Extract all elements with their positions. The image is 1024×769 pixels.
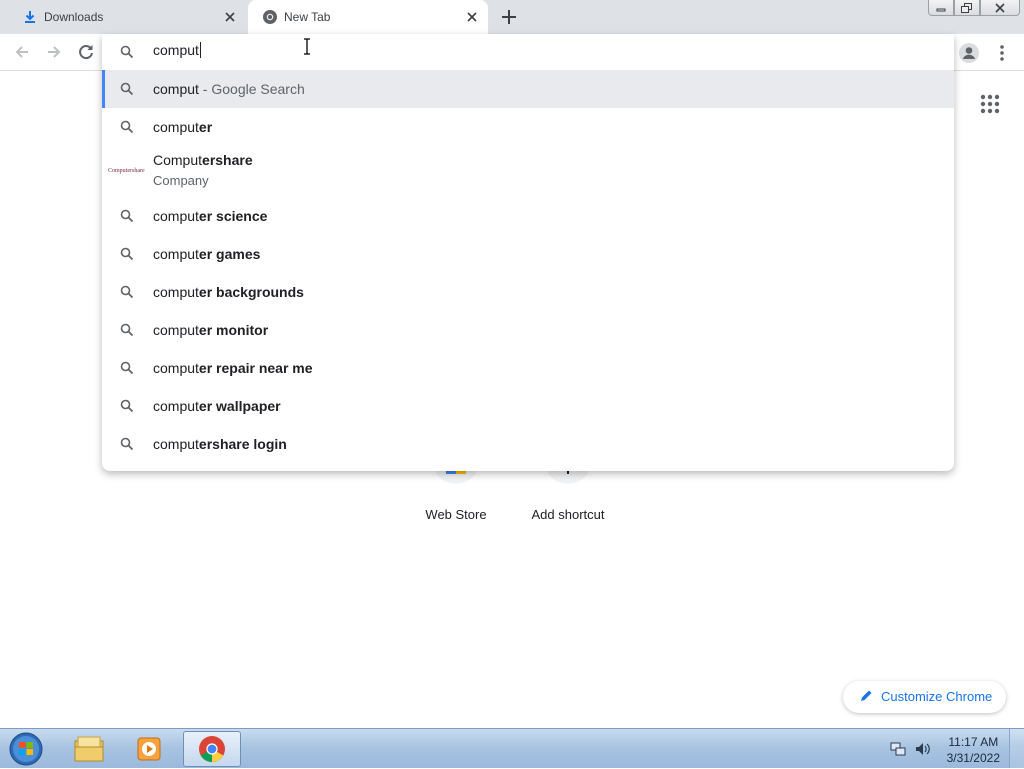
suggestion-text: computer wallpaper (153, 398, 281, 414)
search-icon (120, 82, 134, 96)
tab-new-tab[interactable]: New Tab (248, 0, 488, 34)
minimize-icon (936, 8, 946, 11)
suggestion-text: computershare login (153, 436, 287, 452)
suggestion-text: computer monitor (153, 322, 269, 338)
new-tab-plus-icon[interactable] (498, 6, 520, 28)
forward-arrow-icon[interactable] (44, 42, 64, 62)
suggestion-row[interactable]: computer backgrounds (102, 273, 954, 311)
restore-icon (961, 2, 972, 13)
chrome-icon (263, 10, 277, 24)
search-icon (120, 399, 134, 413)
tab-downloads[interactable]: Downloads (8, 0, 246, 34)
suggestion-row[interactable]: computershare login (102, 425, 954, 463)
windows-start-icon[interactable] (7, 731, 45, 767)
window-controls (928, 0, 1020, 18)
entity-suggestion-row[interactable]: Computershare Computershare Company (102, 146, 954, 198)
search-icon (120, 361, 134, 375)
suggestion-row[interactable]: computer repair near me (102, 349, 954, 387)
suggestion-text: comput - Google Search (153, 81, 305, 97)
network-icon[interactable] (890, 741, 906, 757)
tab-strip: Downloads New Tab (0, 0, 1024, 34)
omnibox-dropdown: comput comput - Google Search computer C… (102, 34, 954, 471)
shortcut-label-add-shortcut[interactable]: Add shortcut (512, 507, 624, 522)
taskbar-chrome-button[interactable] (183, 731, 241, 767)
clock-date: 3/31/2022 (946, 751, 1000, 765)
tab-title: Downloads (44, 10, 104, 24)
apps-grid-icon[interactable] (980, 94, 1000, 114)
pencil-icon (861, 690, 872, 701)
suggestion-subtitle: Company (153, 173, 209, 188)
tab-title: New Tab (284, 10, 331, 24)
customize-chrome-button[interactable]: Customize Chrome (843, 681, 1006, 713)
restore-button[interactable] (954, 0, 980, 16)
close-tab-icon[interactable] (464, 9, 480, 25)
suggestion-row[interactable]: computer science (102, 197, 954, 235)
back-arrow-icon[interactable] (12, 42, 32, 62)
suggestion-text: computer science (153, 208, 268, 224)
shortcut-label-web-store[interactable]: Web Store (400, 507, 512, 522)
reload-icon[interactable] (76, 42, 96, 62)
suggestion-row[interactable]: computer wallpaper (102, 387, 954, 425)
search-icon (120, 45, 134, 59)
taskbar-media-player-button[interactable] (120, 731, 178, 767)
customize-chrome-label: Customize Chrome (881, 689, 993, 704)
suggestion-text: computer repair near me (153, 360, 313, 376)
profile-icon[interactable] (958, 42, 980, 64)
minimize-button[interactable] (928, 0, 954, 16)
text-caret (199, 42, 201, 58)
media-player-icon (137, 737, 161, 761)
address-input[interactable]: comput (153, 42, 201, 58)
close-icon (995, 2, 1005, 13)
show-desktop-button[interactable] (1009, 729, 1024, 768)
search-icon (120, 323, 134, 337)
search-icon (120, 247, 134, 261)
search-icon (120, 209, 134, 223)
close-tab-icon[interactable] (222, 9, 238, 25)
suggestion-row[interactable]: computer (102, 108, 954, 146)
close-window-button[interactable] (980, 0, 1020, 16)
download-icon (25, 11, 35, 23)
search-icon (120, 437, 134, 451)
i-beam-cursor-icon (304, 38, 310, 55)
taskbar-clock[interactable]: 11:17 AM 3/31/2022 (947, 734, 1000, 766)
suggestion-text: computer (153, 119, 213, 135)
computershare-logo: Computershare (108, 168, 145, 174)
menu-dots-icon[interactable] (994, 42, 1010, 64)
windows-explorer-icon (74, 736, 104, 762)
suggestion-text: Computershare (153, 152, 253, 168)
chrome-icon (199, 736, 225, 763)
windows-taskbar: 11:17 AM 3/31/2022 (0, 728, 1024, 768)
taskbar-explorer-button[interactable] (60, 731, 118, 767)
volume-icon[interactable] (914, 741, 932, 757)
suggestion-row[interactable]: computer monitor (102, 311, 954, 349)
system-tray: 11:17 AM 3/31/2022 (884, 729, 1024, 769)
suggestion-row[interactable]: comput - Google Search (102, 70, 954, 108)
search-icon (120, 285, 134, 299)
address-bar[interactable]: comput (102, 34, 954, 70)
suggestion-text: computer games (153, 246, 261, 262)
clock-time: 11:17 AM (948, 735, 999, 749)
suggestion-row[interactable]: computer games (102, 235, 954, 273)
search-icon (120, 120, 134, 134)
suggestion-text: computer backgrounds (153, 284, 304, 300)
